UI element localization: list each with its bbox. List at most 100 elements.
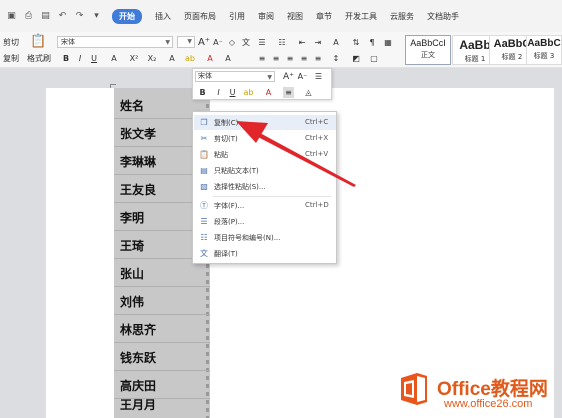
tab-page-layout[interactable]: 页面布局	[184, 10, 216, 23]
tab-home[interactable]: 开始	[112, 8, 142, 24]
font-icon: Ⓣ	[200, 200, 208, 210]
undo-icon[interactable]: ↶	[57, 11, 68, 22]
table-row[interactable]: 刘伟	[114, 287, 210, 315]
save-icon[interactable]: ▣	[6, 11, 17, 22]
italic-icon[interactable]: I	[74, 52, 86, 64]
grow-font-icon[interactable]: A⁺	[283, 71, 294, 82]
copy-button[interactable]: 复制	[3, 53, 19, 64]
grow-font-icon[interactable]: A⁺	[198, 36, 210, 48]
paragraph-icon: ☰	[200, 216, 208, 226]
watermark-title: Office教程网	[437, 379, 548, 400]
align-center-icon[interactable]: ≡	[270, 52, 282, 64]
table-cell[interactable]: 林思齐	[120, 321, 156, 338]
tab-cloud[interactable]: 云服务	[390, 10, 414, 23]
underline-icon[interactable]: U	[88, 52, 100, 64]
justify-icon[interactable]: ≡	[298, 52, 310, 64]
line-spacing-icon[interactable]: ↕	[330, 52, 342, 64]
border-icon[interactable]: ▢	[368, 52, 380, 64]
tab-references[interactable]: 引用	[229, 10, 245, 23]
decrease-indent-icon[interactable]: ⇤	[296, 36, 308, 48]
phonetic-icon[interactable]: 文	[240, 36, 252, 48]
tab-view[interactable]: 视图	[287, 10, 303, 23]
menu-item-paragraph[interactable]: ☰ 段落(P)...	[194, 214, 336, 229]
print-preview-icon[interactable]: ▤	[40, 11, 51, 22]
font-effect-icon[interactable]: A	[108, 52, 120, 64]
font-name-select[interactable]: 宋体 ▼	[57, 36, 173, 48]
distributed-icon[interactable]: ≡	[312, 52, 324, 64]
wps-writer-window: ▣ ⎙ ▤ ↶ ↷ ▾ 开始 插入 页面布局 引用 审阅 视图 章节 开发工具 …	[0, 0, 562, 418]
table-cell[interactable]: 王月月	[120, 396, 156, 413]
align-icon[interactable]: ≡	[283, 87, 294, 98]
clear-format-icon[interactable]: ◇	[226, 36, 238, 48]
tab-doc-assistant[interactable]: 文档助手	[427, 10, 459, 23]
bold-icon[interactable]: B	[197, 87, 208, 98]
table-cell[interactable]: 钱东跃	[120, 349, 156, 366]
table-cell[interactable]: 王琦	[120, 237, 144, 254]
numbering-icon[interactable]: ☷	[276, 36, 288, 48]
font-color-icon[interactable]: A	[263, 87, 274, 98]
menu-item-translate[interactable]: 文 翻译(T)	[194, 246, 336, 261]
menu-separator	[213, 196, 331, 197]
show-marks-icon[interactable]: ¶	[366, 36, 378, 48]
scissors-icon: ✂	[200, 133, 208, 143]
font-color-icon[interactable]: A	[204, 52, 216, 64]
tab-developer[interactable]: 开发工具	[345, 10, 377, 23]
table-row[interactable]: 钱东跃	[114, 343, 210, 371]
subscript-icon[interactable]: X₂	[146, 52, 158, 64]
shading-icon[interactable]: ◩	[350, 52, 362, 64]
table-cell[interactable]: 姓名	[120, 97, 144, 114]
cut-button[interactable]: 剪切	[3, 37, 19, 48]
redo-icon[interactable]: ↷	[74, 11, 85, 22]
paste-text-icon: ▤	[200, 165, 208, 175]
bullets-icon: ☷	[200, 232, 208, 242]
increase-indent-icon[interactable]: ⇥	[312, 36, 324, 48]
table-row[interactable]: 王月月	[114, 390, 210, 418]
superscript-icon[interactable]: X²	[128, 52, 140, 64]
bullets-icon[interactable]: ☰	[256, 36, 268, 48]
red-arrow-annotation	[236, 121, 356, 187]
table-row[interactable]: 林思齐	[114, 315, 210, 343]
bold-icon[interactable]: B	[60, 52, 72, 64]
paste-special-icon: ▧	[200, 181, 208, 191]
style-heading-3[interactable]: AaBbC 标题 3	[526, 35, 562, 65]
highlight-icon[interactable]: ab	[243, 87, 254, 98]
table-cell[interactable]: 张山	[120, 265, 144, 282]
highlight-icon[interactable]: ab	[184, 52, 196, 64]
tab-review[interactable]: 审阅	[258, 10, 274, 23]
paste-icon: 📋	[199, 149, 209, 159]
table-icon[interactable]: ▦	[382, 36, 394, 48]
shading-icon[interactable]: ◬	[303, 87, 314, 98]
chevron-down-icon: ▼	[165, 39, 170, 46]
format-painter-button[interactable]: 格式刷	[27, 53, 51, 64]
shrink-font-icon[interactable]: A⁻	[297, 71, 308, 82]
copy-icon: ❐	[200, 117, 208, 127]
tab-section[interactable]: 章节	[316, 10, 332, 23]
font-size-select[interactable]: ▼	[177, 36, 195, 48]
menu-item-bullets-numbering[interactable]: ☷ 项目符号和编号(N)...	[194, 230, 336, 245]
align-right-icon[interactable]: ≡	[284, 52, 296, 64]
shrink-font-icon[interactable]: A⁻	[212, 36, 224, 48]
table-cell[interactable]: 张文孝	[120, 125, 156, 142]
chinese-layout-icon[interactable]: A	[330, 36, 342, 48]
underline-icon[interactable]: U	[227, 87, 238, 98]
print-icon[interactable]: ⎙	[23, 11, 34, 22]
text-color-effect-icon[interactable]: A	[166, 52, 178, 64]
mini-font-select[interactable]: 宋体 ▼	[195, 71, 275, 82]
mini-toolbar: 宋体 ▼ A⁺ A⁻ ☰ B I U ab A ≡ ◬	[192, 68, 332, 100]
paste-icon[interactable]: 📋	[30, 34, 46, 50]
style-normal[interactable]: AaBbCcI 正文	[405, 35, 451, 65]
line-spacing-icon[interactable]: ☰	[313, 71, 324, 82]
table-cell[interactable]: 李琳琳	[120, 153, 156, 170]
menu-bar: ▣ ⎙ ▤ ↶ ↷ ▾ 开始 插入 页面布局 引用 审阅 视图 章节 开发工具 …	[0, 0, 562, 32]
tab-insert[interactable]: 插入	[155, 10, 171, 23]
table-cell[interactable]: 李明	[120, 209, 144, 226]
ribbon: 剪切 复制 📋 格式刷 宋体 ▼ ▼ A⁺ A⁻ ◇ 文 B I U A X² …	[0, 32, 562, 68]
align-left-icon[interactable]: ≡	[256, 52, 268, 64]
customize-dropdown-icon[interactable]: ▾	[91, 11, 102, 22]
char-shading-icon[interactable]: A	[222, 52, 234, 64]
italic-icon[interactable]: I	[213, 87, 224, 98]
menu-item-font[interactable]: Ⓣ 字体(F)... Ctrl+D	[194, 198, 336, 213]
table-cell[interactable]: 刘伟	[120, 293, 144, 310]
table-cell[interactable]: 王友良	[120, 181, 156, 198]
sort-icon[interactable]: ⇅	[350, 36, 362, 48]
